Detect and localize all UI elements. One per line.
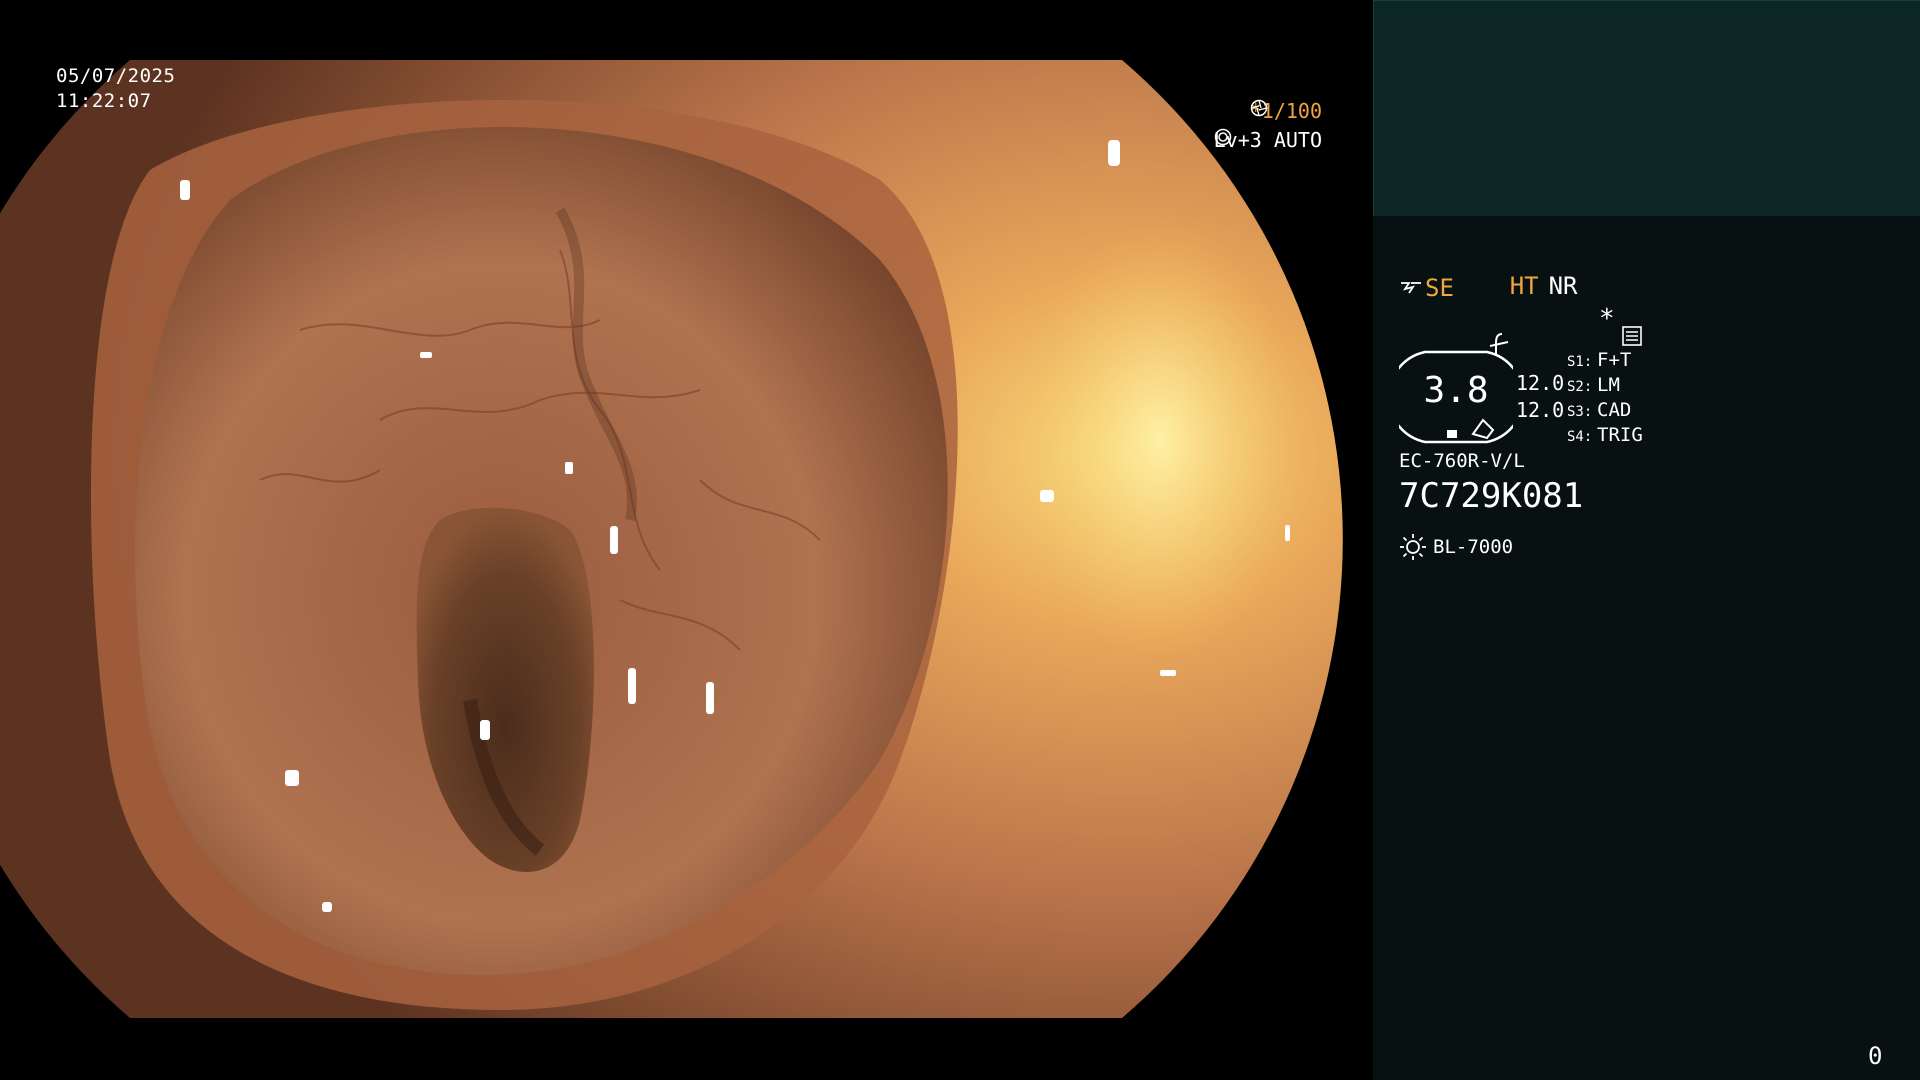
switch-assignment-4: S4: TRIG bbox=[1567, 424, 1643, 446]
light-source-label: BL-7000 bbox=[1433, 536, 1514, 558]
switch-key: S3: bbox=[1567, 404, 1593, 420]
endoscopy-monitor: 05/07/2025 11:22:07 *1/100 Lv+3 AUTO HT N… bbox=[0, 0, 1920, 1080]
mode-nr: NR bbox=[1548, 272, 1578, 300]
star-indicator: * bbox=[1599, 304, 1615, 334]
light-source-row: BL-7000 bbox=[1399, 533, 1513, 561]
structure-enhance-icon bbox=[1401, 282, 1421, 294]
light-source-icon bbox=[1400, 534, 1426, 560]
switch-label: TRIG bbox=[1597, 424, 1643, 446]
status-panel: HT NR SE * 3.8 12.0 12.0 S1: F+T S2: LM … bbox=[1373, 0, 1920, 1080]
switch-assignment-1: S1: F+T bbox=[1567, 349, 1631, 371]
iris-mode: Lv+3 AUTO bbox=[1214, 128, 1322, 152]
exam-date: 05/07/2025 bbox=[56, 65, 176, 87]
iris-mode-icon bbox=[1214, 128, 1231, 146]
colon-image bbox=[0, 60, 1343, 1018]
record-list-icon bbox=[1621, 326, 1642, 346]
switch-label: LM bbox=[1597, 374, 1620, 396]
panel-header-area bbox=[1373, 0, 1920, 216]
mode-se: SE bbox=[1425, 274, 1454, 302]
switch-assignment-3: S3: CAD bbox=[1567, 399, 1631, 421]
aperture-icon bbox=[1250, 99, 1267, 117]
switch-label: CAD bbox=[1597, 399, 1632, 421]
switch-key: S2: bbox=[1567, 379, 1593, 395]
shutter-speed: *1/100 bbox=[1250, 99, 1322, 123]
mode-ht: HT bbox=[1509, 272, 1539, 300]
structure-enhance-row: SE bbox=[1399, 274, 1454, 302]
switch-assignment-2: S2: LM bbox=[1567, 374, 1620, 396]
switch-key: S1: bbox=[1567, 354, 1593, 370]
switch-label: F+T bbox=[1597, 349, 1632, 371]
switch-key: S4: bbox=[1567, 429, 1593, 445]
endoscope-image-view: 05/07/2025 11:22:07 *1/100 Lv+3 AUTO bbox=[0, 0, 1372, 1080]
exam-time: 11:22:07 bbox=[56, 90, 152, 112]
gauge-value: 3.8 bbox=[1423, 370, 1489, 411]
setting-value-a: 12.0 bbox=[1516, 371, 1565, 395]
scope-serial: 7C729K081 bbox=[1399, 476, 1584, 516]
setting-value-b: 12.0 bbox=[1516, 398, 1565, 422]
scope-model: EC-760R-V/L bbox=[1399, 450, 1525, 472]
image-counter: 0 bbox=[1868, 1042, 1883, 1070]
